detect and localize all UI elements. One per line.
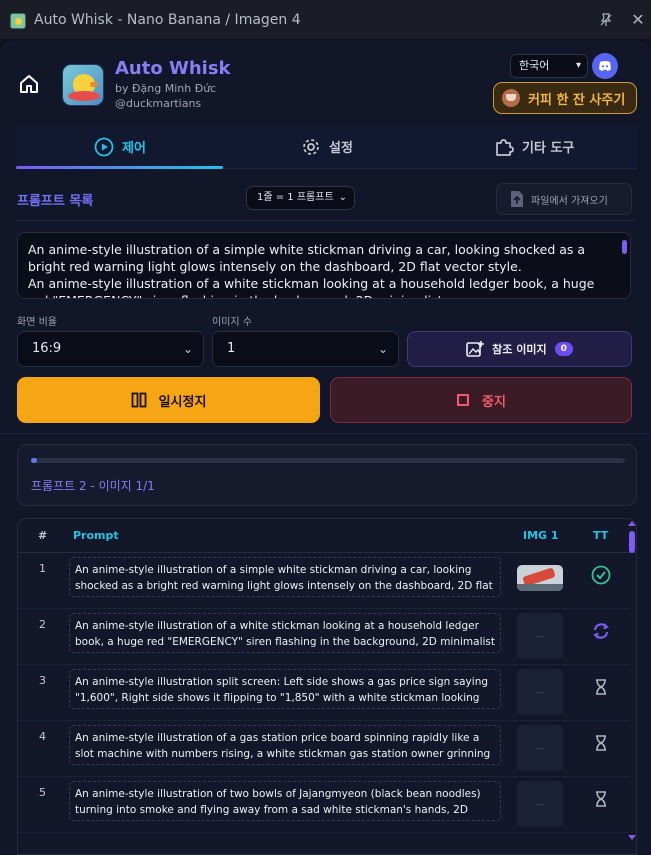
table-row: 2 An anime-style illustration of a white … xyxy=(18,609,628,665)
row-image-thumbnail[interactable] xyxy=(517,565,563,591)
window-titlebar: Auto Whisk - Nano Banana / Imagen 4 ✕ xyxy=(0,0,651,40)
column-header-num: # xyxy=(38,529,48,542)
play-circle-icon xyxy=(94,137,114,156)
image-count-label: 이미지 수 xyxy=(212,317,252,328)
pin-icon[interactable] xyxy=(596,10,616,30)
column-header-prompt: Prompt xyxy=(73,529,119,542)
reference-image-button[interactable]: 참조 이미지 0 xyxy=(407,331,632,367)
row-number: 4 xyxy=(39,730,46,743)
row-number: 1 xyxy=(39,562,46,575)
coffee-label: 커피 한 잔 사주기 xyxy=(528,92,626,108)
app-logo xyxy=(62,64,104,106)
stop-icon xyxy=(457,394,470,406)
chevron-down-icon: ⌄ xyxy=(338,192,347,203)
row-image-placeholder[interactable]: ... xyxy=(517,781,563,827)
close-icon[interactable]: ✕ xyxy=(628,10,648,30)
progress-card: 프롬프트 2 - 이미지 1/1 xyxy=(17,444,637,506)
language-select[interactable]: 한국어 ▾ xyxy=(510,54,588,78)
check-circle-icon xyxy=(591,565,611,585)
aspect-ratio-select[interactable]: 16:9 ⌄ xyxy=(17,331,204,367)
divider xyxy=(16,220,637,221)
line-mode-value: 1줄 = 1 프롬프트 xyxy=(257,192,334,203)
pause-button[interactable]: 일시정지 xyxy=(17,377,320,423)
scroll-thumb[interactable] xyxy=(629,531,635,553)
row-image-placeholder[interactable]: ... xyxy=(517,669,563,715)
tab-tools-label: 기타 도구 xyxy=(522,141,575,156)
scroll-up-arrow[interactable] xyxy=(628,521,636,526)
chevron-down-icon: ⌄ xyxy=(182,342,193,356)
line-mode-select[interactable]: 1줄 = 1 프롬프트 ⌄ xyxy=(246,186,355,210)
stop-label: 중지 xyxy=(482,394,506,410)
image-add-icon xyxy=(466,341,485,357)
discord-icon xyxy=(599,61,611,71)
puzzle-icon xyxy=(496,138,514,156)
prompt-table: # Prompt IMG 1 TT 1 An anime-style illust… xyxy=(17,518,637,855)
tab-bar: 제어 설정 기타 도구 xyxy=(16,124,637,169)
table-row: 5 An anime-style illustration of two bowl… xyxy=(18,777,628,833)
textarea-scrollbar[interactable] xyxy=(622,240,627,254)
gear-icon xyxy=(303,138,319,155)
row-image-placeholder[interactable]: ... xyxy=(517,613,563,659)
import-file-button[interactable]: 파일에서 가져오기 xyxy=(496,183,632,215)
table-header: # Prompt IMG 1 TT xyxy=(18,519,636,553)
discord-button[interactable] xyxy=(592,53,618,79)
table-row: 1 An anime-style illustration of a simple… xyxy=(18,553,628,609)
column-header-img1: IMG 1 xyxy=(523,529,559,542)
hourglass-icon xyxy=(591,789,611,809)
home-icon[interactable] xyxy=(18,73,40,95)
author-byline: by Đặng Minh Đức xyxy=(115,82,217,95)
hourglass-icon xyxy=(591,733,611,753)
reference-image-label: 참조 이미지 xyxy=(492,343,547,356)
file-upload-icon xyxy=(511,191,523,207)
refresh-icon xyxy=(591,621,611,641)
tab-control-label: 제어 xyxy=(122,141,146,156)
scroll-down-arrow[interactable] xyxy=(628,835,636,840)
tab-tools[interactable]: 기타 도구 xyxy=(494,124,574,169)
table-row: 4 An anime-style illustration of a gas st… xyxy=(18,721,628,777)
row-prompt-text[interactable]: An anime-style illustration of two bowls… xyxy=(69,781,501,821)
tab-settings[interactable]: 설정 xyxy=(301,124,353,169)
tab-control[interactable]: 제어 xyxy=(94,124,146,169)
stop-button[interactable]: 중지 xyxy=(330,377,632,423)
import-file-label: 파일에서 가져오기 xyxy=(531,195,608,207)
row-prompt-text[interactable]: An anime-style illustration split screen… xyxy=(69,669,501,709)
reference-count-badge: 0 xyxy=(554,342,573,356)
aspect-ratio-value: 16:9 xyxy=(32,341,62,356)
app-icon xyxy=(10,13,26,29)
hourglass-icon xyxy=(591,677,611,697)
pause-label: 일시정지 xyxy=(158,394,207,410)
row-number: 5 xyxy=(39,786,46,799)
chevron-down-icon: ⌄ xyxy=(377,342,388,356)
coffee-icon xyxy=(502,89,520,107)
language-value: 한국어 xyxy=(519,59,550,72)
author-handle: @duckmartians xyxy=(115,97,202,110)
app-name: Auto Whisk xyxy=(115,58,231,79)
active-tab-indicator xyxy=(16,166,223,169)
column-header-status: TT xyxy=(593,529,609,542)
pause-icon xyxy=(131,392,146,408)
row-number: 3 xyxy=(39,674,46,687)
chevron-down-icon: ▾ xyxy=(575,60,581,71)
row-prompt-text[interactable]: An anime-style illustration of a gas sta… xyxy=(69,725,501,765)
buy-coffee-button[interactable]: 커피 한 잔 사주기 xyxy=(493,82,637,114)
row-number: 2 xyxy=(39,618,46,631)
image-count-value: 1 xyxy=(227,341,236,356)
row-prompt-text[interactable]: An anime-style illustration of a simple … xyxy=(69,557,501,597)
progress-bar xyxy=(31,458,625,463)
tab-settings-label: 설정 xyxy=(329,141,353,156)
row-image-placeholder[interactable]: ... xyxy=(517,725,563,771)
progress-status-text: 프롬프트 2 - 이미지 1/1 xyxy=(31,479,155,493)
progress-fill xyxy=(31,458,37,463)
aspect-ratio-label: 화면 비율 xyxy=(17,317,57,328)
table-row: 3 An anime-style illustration split scree… xyxy=(18,665,628,721)
window-title: Auto Whisk - Nano Banana / Imagen 4 xyxy=(34,12,301,28)
prompt-list-title: 프롬프트 목록 xyxy=(17,194,94,209)
image-count-select[interactable]: 1 ⌄ xyxy=(212,331,399,367)
row-prompt-text[interactable]: An anime-style illustration of a white s… xyxy=(69,613,501,653)
prompt-textarea[interactable]: An anime-style illustration of a simple … xyxy=(17,232,631,299)
main-panel: Auto Whisk by Đặng Minh Đức @duckmartian… xyxy=(0,40,651,855)
table-scrollbar[interactable] xyxy=(627,519,636,854)
divider xyxy=(0,433,651,434)
